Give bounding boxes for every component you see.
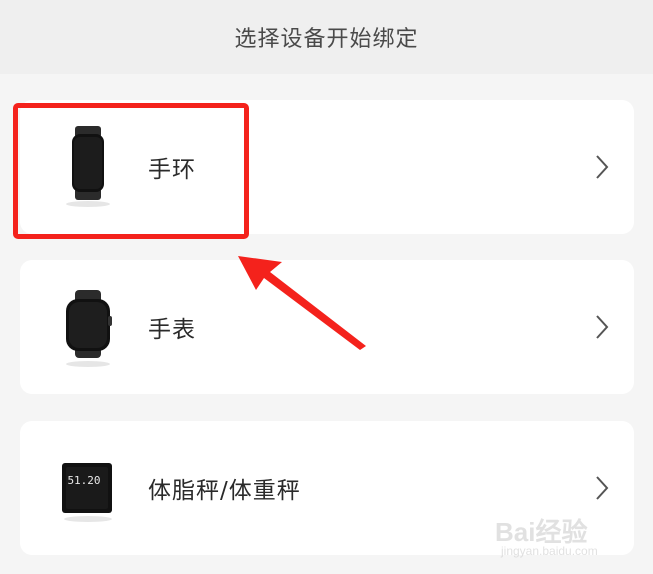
device-label-scale: 体脂秤/体重秤 xyxy=(148,478,301,504)
band-icon xyxy=(60,124,116,210)
scale-icon: 51.20 xyxy=(60,445,116,531)
page-header: 选择设备开始绑定 xyxy=(0,0,653,74)
device-item-scale[interactable]: 51.20 体脂秤/体重秤 xyxy=(20,421,634,555)
scale-reading: 51.20 xyxy=(67,474,100,487)
watch-icon xyxy=(60,284,116,370)
page-title: 选择设备开始绑定 xyxy=(234,27,419,52)
device-label-band: 手环 xyxy=(148,157,196,183)
device-item-band[interactable]: 手环 xyxy=(20,100,634,234)
chevron-right-icon xyxy=(592,153,612,181)
device-label-watch: 手表 xyxy=(148,317,196,343)
chevron-right-icon xyxy=(592,474,612,502)
device-item-watch[interactable]: 手表 xyxy=(20,260,634,394)
chevron-right-icon xyxy=(592,313,612,341)
